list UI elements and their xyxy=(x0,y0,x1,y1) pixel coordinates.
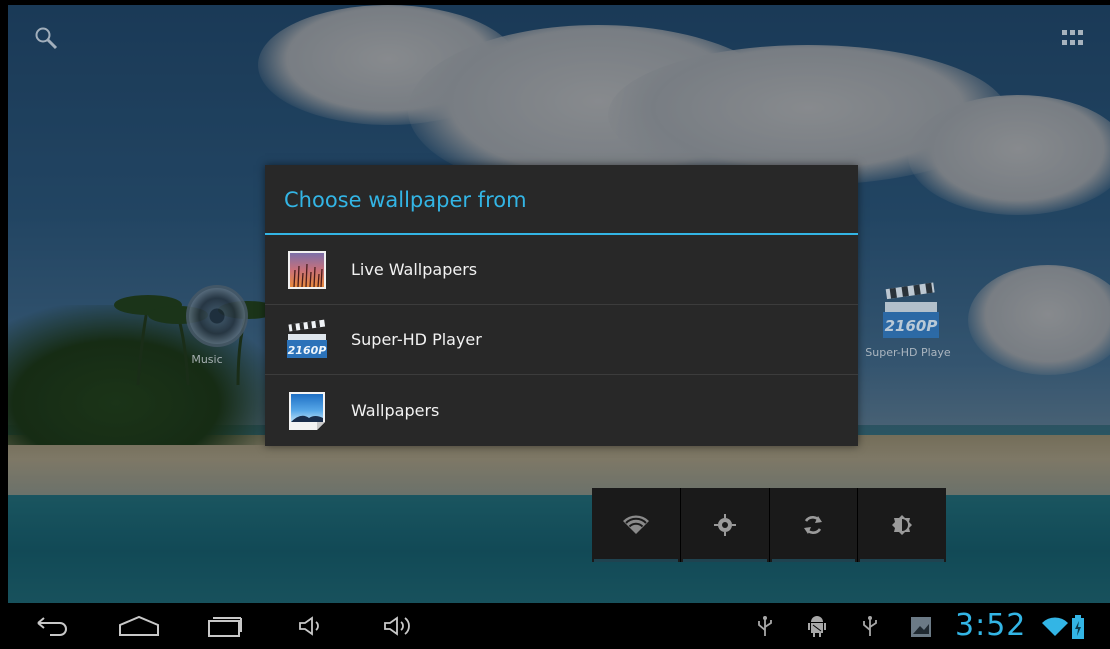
volume-down-button[interactable] xyxy=(296,603,326,649)
wallpapers-icon xyxy=(285,388,329,432)
back-icon xyxy=(37,617,67,636)
wifi-toggle[interactable] xyxy=(592,488,681,562)
system-bar: 3:52 xyxy=(0,603,1110,649)
option-wallpapers[interactable]: Wallpapers xyxy=(265,375,858,445)
option-label: Wallpapers xyxy=(351,400,440,420)
wifi-signal-icon xyxy=(1042,617,1068,636)
live-wallpapers-icon xyxy=(285,248,329,292)
super-hd-player-shortcut[interactable]: 2160P Super-HD Playe xyxy=(858,280,958,359)
super-hd-player-icon: 2160P xyxy=(883,282,939,338)
option-super-hd-player[interactable]: 2160P Super-HD Player xyxy=(265,305,858,375)
home-icon xyxy=(119,615,159,636)
volume-up-button[interactable] xyxy=(380,603,420,649)
recent-apps-button[interactable] xyxy=(204,603,246,649)
back-button[interactable] xyxy=(30,603,74,649)
gps-location-icon xyxy=(713,514,736,536)
option-label: Live Wallpapers xyxy=(351,260,478,279)
option-label: Super-HD Player xyxy=(351,330,482,349)
sync-toggle[interactable] xyxy=(770,488,859,562)
volume-up-icon xyxy=(384,616,410,636)
brightness-icon xyxy=(892,515,913,535)
super-hd-player-icon: 2160P xyxy=(285,318,329,362)
battery-charging-icon xyxy=(1072,615,1084,639)
svg-text:2160P: 2160P xyxy=(288,344,327,357)
super-hd-player-label: Super-HD Playe xyxy=(865,346,951,359)
wifi-icon xyxy=(622,515,649,534)
volume-down-icon xyxy=(299,616,319,636)
brightness-toggle[interactable] xyxy=(858,488,946,562)
music-icon xyxy=(186,285,248,347)
option-live-wallpapers[interactable]: Live Wallpapers xyxy=(265,235,858,305)
wallpaper-chooser-dialog: Choose wallpaper from Live Wallpapers 21… xyxy=(265,165,858,446)
search-icon[interactable] xyxy=(34,26,58,50)
gps-toggle[interactable] xyxy=(681,488,770,562)
all-apps-icon[interactable] xyxy=(1062,30,1084,46)
home-button[interactable] xyxy=(116,603,162,649)
power-control-widget xyxy=(592,488,946,562)
music-label: Music xyxy=(191,353,223,366)
svg-text:2160P: 2160P xyxy=(885,317,938,335)
usb-icon xyxy=(758,616,772,636)
recent-apps-icon xyxy=(208,617,242,637)
status-clock: 3:52 xyxy=(955,608,1027,643)
android-home-screen: Music 2160P Super-HD Playe Choose wallpa… xyxy=(0,0,1110,649)
sync-icon xyxy=(804,516,823,534)
usb-icon xyxy=(863,616,877,636)
music-shortcut[interactable]: Music xyxy=(182,285,252,366)
screenshot-notification-icon xyxy=(911,617,931,637)
android-debug-icon xyxy=(808,616,826,637)
dialog-title: Choose wallpaper from xyxy=(284,188,527,212)
